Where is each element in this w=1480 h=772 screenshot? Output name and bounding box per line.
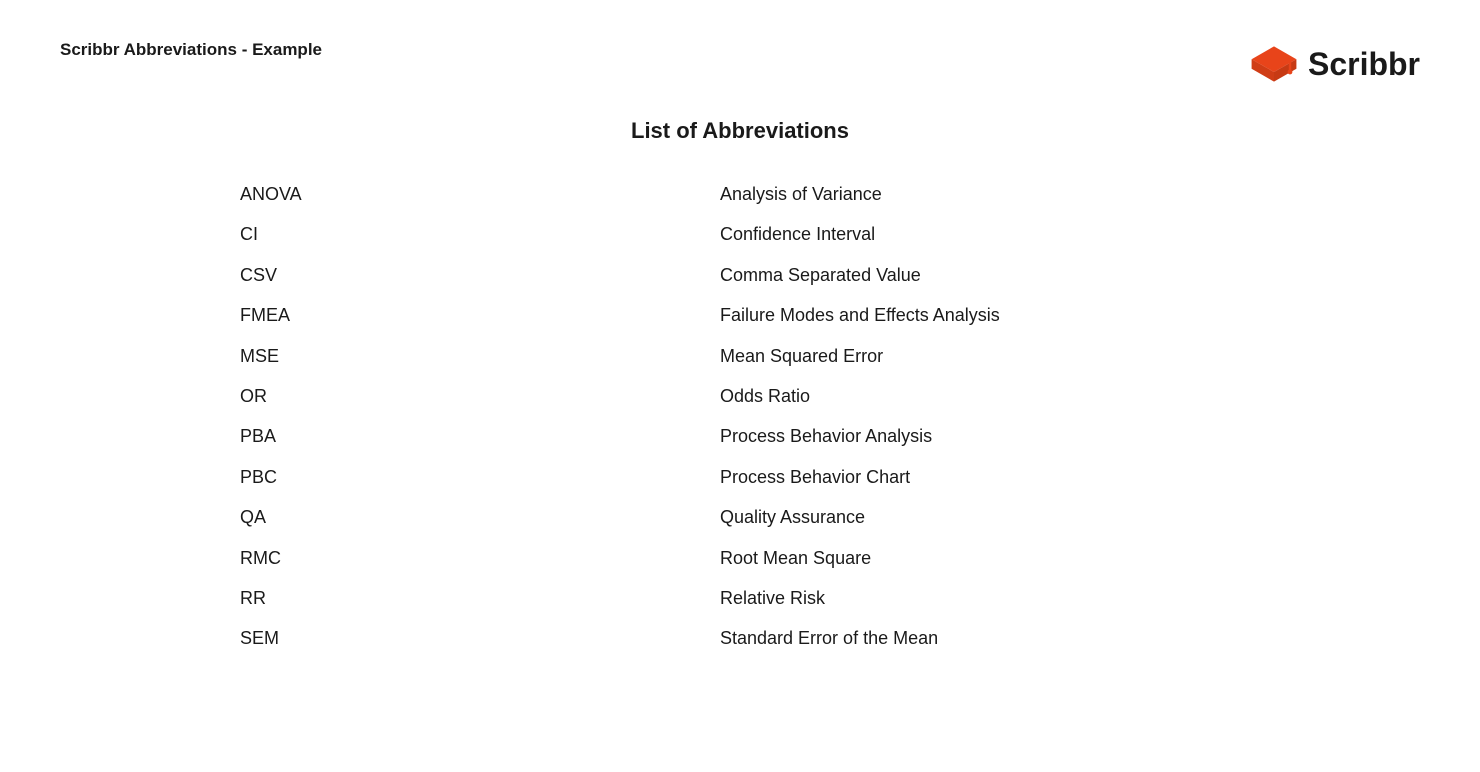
abbr-term: RR	[240, 582, 720, 614]
table-row: CIConfidence Interval	[240, 214, 1240, 254]
table-row: ANOVAAnalysis of Variance	[240, 174, 1240, 214]
table-row: RMCRoot Mean Square	[240, 538, 1240, 578]
table-row: FMEAFailure Modes and Effects Analysis	[240, 295, 1240, 335]
abbr-definition: Process Behavior Analysis	[720, 420, 932, 452]
content-area: List of Abbreviations ANOVAAnalysis of V…	[60, 118, 1420, 659]
abbr-definition: Mean Squared Error	[720, 340, 883, 372]
table-row: SEMStandard Error of the Mean	[240, 618, 1240, 658]
abbr-definition: Root Mean Square	[720, 542, 871, 574]
abbr-definition: Comma Separated Value	[720, 259, 921, 291]
abbr-term: QA	[240, 501, 720, 533]
abbr-term: SEM	[240, 622, 720, 654]
page-title: Scribbr Abbreviations - Example	[60, 40, 322, 60]
abbr-definition: Analysis of Variance	[720, 178, 882, 210]
table-row: OROdds Ratio	[240, 376, 1240, 416]
abbr-definition: Failure Modes and Effects Analysis	[720, 299, 1000, 331]
table-row: RRRelative Risk	[240, 578, 1240, 618]
table-row: PBAProcess Behavior Analysis	[240, 416, 1240, 456]
page-container: Scribbr Abbreviations - Example Scribbr …	[0, 0, 1480, 772]
abbr-definition: Process Behavior Chart	[720, 461, 910, 493]
abbr-term: ANOVA	[240, 178, 720, 210]
abbr-term: OR	[240, 380, 720, 412]
scribbr-logo-icon	[1250, 40, 1298, 88]
abbr-term: MSE	[240, 340, 720, 372]
table-row: CSVComma Separated Value	[240, 255, 1240, 295]
table-row: MSEMean Squared Error	[240, 336, 1240, 376]
header: Scribbr Abbreviations - Example Scribbr	[60, 40, 1420, 88]
abbr-definition: Odds Ratio	[720, 380, 810, 412]
abbr-definition: Standard Error of the Mean	[720, 622, 938, 654]
list-title: List of Abbreviations	[631, 118, 849, 144]
abbr-definition: Quality Assurance	[720, 501, 865, 533]
abbr-term: CI	[240, 218, 720, 250]
abbr-definition: Relative Risk	[720, 582, 825, 614]
table-row: PBCProcess Behavior Chart	[240, 457, 1240, 497]
abbr-term: FMEA	[240, 299, 720, 331]
abbreviations-table: ANOVAAnalysis of VarianceCIConfidence In…	[240, 174, 1240, 659]
logo-container: Scribbr	[1250, 40, 1420, 88]
abbr-definition: Confidence Interval	[720, 218, 875, 250]
abbr-term: PBC	[240, 461, 720, 493]
abbr-term: CSV	[240, 259, 720, 291]
table-row: QAQuality Assurance	[240, 497, 1240, 537]
logo-text: Scribbr	[1308, 46, 1420, 83]
abbr-term: PBA	[240, 420, 720, 452]
abbr-term: RMC	[240, 542, 720, 574]
